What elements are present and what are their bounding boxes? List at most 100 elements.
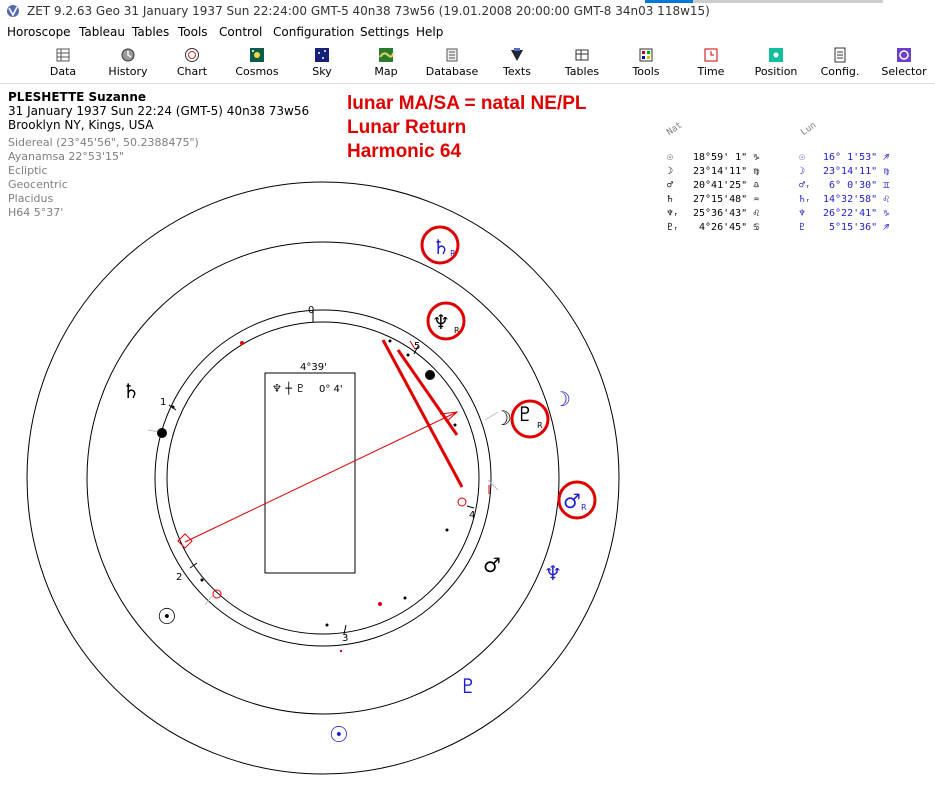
map-icon bbox=[379, 48, 394, 62]
nat-glyph: ☉ bbox=[667, 152, 674, 163]
highlight-ticks bbox=[409, 340, 490, 494]
lun-row: ♇ 5°15'36" ♐ bbox=[799, 222, 889, 236]
tools-label: Tools bbox=[632, 65, 660, 78]
tables-label: Tables bbox=[564, 65, 600, 78]
menu-control[interactable]: Control bbox=[219, 25, 262, 39]
menu-tableau[interactable]: Tableau bbox=[79, 25, 125, 39]
nat-row: ♂ 20°41'25" ♎ bbox=[667, 180, 759, 194]
menu-tables[interactable]: Tables bbox=[132, 25, 169, 39]
history-icon bbox=[121, 48, 135, 62]
lunar-pluto-icon[interactable]: ♇ bbox=[459, 674, 477, 698]
database-label: Database bbox=[425, 65, 479, 78]
saturn-icon[interactable]: ♄ bbox=[122, 379, 140, 403]
lunar-sun-icon[interactable]: ☉ bbox=[329, 723, 349, 748]
lun-value: 5°15'36" ♐ bbox=[823, 222, 890, 233]
lunar-saturn-icon[interactable]: ♄ bbox=[432, 235, 450, 259]
map-button[interactable]: Map bbox=[354, 46, 418, 82]
nat-row: ♄ 27°15'48" ♒ bbox=[667, 194, 759, 208]
midpoint-point bbox=[457, 497, 467, 507]
position-button[interactable]: Position bbox=[744, 46, 808, 82]
lun-glyph: ♆ bbox=[799, 208, 806, 219]
config-button[interactable]: Config. bbox=[808, 46, 872, 82]
sun-icon[interactable]: ☉ bbox=[157, 605, 177, 630]
lun-glyph: ♇ bbox=[799, 222, 806, 233]
nat-value: 18°59' 1" ♑ bbox=[693, 152, 760, 163]
title-bar: ZET 9.2.63 Geo 31 January 1937 Sun 22:24… bbox=[0, 0, 935, 22]
tables-button[interactable]: Tables bbox=[550, 46, 614, 82]
menu-configuration[interactable]: Configuration bbox=[273, 25, 354, 39]
moon-icon[interactable]: ☽ bbox=[494, 406, 512, 430]
house-number-3: 3 bbox=[342, 633, 348, 644]
data-label: Data bbox=[49, 65, 77, 78]
time-icon bbox=[704, 48, 718, 62]
highlight-circles bbox=[420, 225, 597, 520]
tools-icon bbox=[639, 48, 653, 62]
lun-value: 16° 1'53" ♐ bbox=[823, 152, 890, 163]
chart-wheel[interactable]: 0 1 2 3 4 5 4°39' ♆ ┼ ♇ 0° 4' ♄ ☉ ♂ ☽ ♆ … bbox=[0, 84, 650, 800]
database-icon bbox=[446, 48, 458, 62]
nat-value: 27°15'48" ♒ bbox=[693, 194, 760, 205]
nat-column-header: Nat bbox=[665, 120, 685, 138]
lun-glyph: ♄ᵣ bbox=[799, 194, 812, 205]
menu-help[interactable]: Help bbox=[416, 25, 443, 39]
texts-icon bbox=[511, 48, 523, 61]
time-label: Time bbox=[697, 65, 725, 78]
lun-row: ♄ᵣ 14°32'58" ♌ bbox=[799, 194, 889, 208]
selector-button[interactable]: Selector bbox=[872, 46, 935, 82]
nat-value: 25°36'43" ♌ bbox=[693, 208, 760, 219]
midpoint-axis-line bbox=[381, 339, 464, 488]
lun-row: ♆ 26°22'41" ♑ bbox=[799, 208, 889, 222]
data-button[interactable]: Data bbox=[31, 46, 95, 82]
lun-value: 14°32'58" ♌ bbox=[823, 194, 890, 205]
neptune-icon[interactable]: ♆ bbox=[432, 310, 450, 334]
time-button[interactable]: Time bbox=[679, 46, 743, 82]
menu-tools[interactable]: Tools bbox=[178, 25, 208, 39]
texts-button[interactable]: Texts bbox=[485, 46, 549, 82]
house-number-2: 2 bbox=[176, 572, 182, 583]
texts-label: Texts bbox=[503, 65, 531, 78]
lun-glyph: ♂ᵣ bbox=[799, 180, 812, 191]
selector-label: Selector bbox=[881, 65, 927, 78]
cosmos-label: Cosmos bbox=[235, 65, 279, 78]
history-button[interactable]: History bbox=[96, 46, 160, 82]
house-number-0: 0 bbox=[308, 305, 314, 316]
config-icon bbox=[834, 47, 846, 63]
lun-glyph: ☉ bbox=[799, 152, 806, 163]
lunar-moon-icon[interactable]: ☽ bbox=[553, 387, 571, 411]
sky-button[interactable]: Sky bbox=[290, 46, 354, 82]
nat-value: 23°14'11" ♍ bbox=[693, 166, 760, 177]
database-button[interactable]: Database bbox=[420, 46, 484, 82]
window-title: ZET 9.2.63 Geo 31 January 1937 Sun 22:24… bbox=[27, 4, 710, 18]
position-icon bbox=[769, 48, 783, 62]
nat-glyph: ☽ bbox=[667, 166, 674, 177]
sky-icon bbox=[315, 48, 329, 62]
lunar-neptune-icon[interactable]: ♆ bbox=[544, 561, 562, 585]
nat-glyph: ♆ᵣ bbox=[667, 208, 680, 219]
nat-value: 20°41'25" ♎ bbox=[693, 180, 760, 191]
retrograde-marker: R bbox=[581, 503, 587, 512]
mars-icon[interactable]: ♂ bbox=[483, 553, 501, 577]
midpoint-point bbox=[212, 589, 222, 599]
tables-icon bbox=[575, 49, 589, 61]
menu-bar: Horoscope Tableau Tables Tools Control C… bbox=[0, 22, 935, 43]
chart-icon bbox=[185, 48, 199, 62]
nat-value: 4°26'45" ♋ bbox=[693, 222, 760, 233]
sky-label: Sky bbox=[312, 65, 332, 78]
chart-button[interactable]: Chart bbox=[160, 46, 224, 82]
lun-row: ♂ᵣ 6° 0'30" ♊ bbox=[799, 180, 889, 194]
positions-table: Nat Lun ☉ 18°59' 1" ♑ ☽ 23°14'11" ♍ ♂ 20°41… bbox=[665, 120, 935, 260]
lun-value: 23°14'11" ♍ bbox=[823, 166, 890, 177]
menu-horoscope[interactable]: Horoscope bbox=[7, 25, 71, 39]
midpoint-box bbox=[264, 372, 356, 574]
tools-button[interactable]: Tools bbox=[614, 46, 678, 82]
cosmos-button[interactable]: Cosmos bbox=[225, 46, 289, 82]
toolbar: Data History Chart Cosmos Sky Map Databa… bbox=[0, 44, 935, 84]
lun-glyph: ☽ bbox=[799, 166, 806, 177]
map-label: Map bbox=[374, 65, 398, 78]
chart-label: Chart bbox=[176, 65, 208, 78]
house-number-1: 1 bbox=[160, 397, 166, 408]
midpoint-orb: 0° 4' bbox=[319, 384, 343, 395]
nat-glyph: ♄ bbox=[667, 194, 674, 205]
menu-settings[interactable]: Settings bbox=[360, 25, 409, 39]
lunar-mars-icon[interactable]: ♂ bbox=[563, 489, 581, 513]
